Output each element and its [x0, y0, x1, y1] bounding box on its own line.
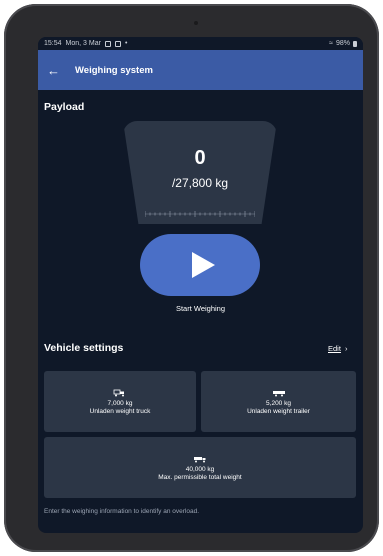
- notification-icon: [104, 40, 111, 47]
- chevron-right-icon: ›: [344, 344, 348, 353]
- front-camera: [194, 21, 198, 25]
- max-total-weight-value: 40,000 kg: [185, 465, 215, 473]
- back-arrow-icon[interactable]: ←: [47, 63, 65, 78]
- start-weighing-button[interactable]: [140, 234, 260, 296]
- status-date: Mon, 3 Mar: [65, 40, 101, 47]
- app-screen: 15:54 Mon, 3 Mar • ≈ 98% ← Weighing syst…: [38, 37, 363, 533]
- battery-level: 98%: [335, 40, 350, 47]
- gauge-scale: [145, 211, 255, 217]
- unladen-trailer-card[interactable]: 5,200 kg Unladen weight trailer: [201, 371, 356, 432]
- payload-section-title: Payload: [44, 101, 85, 113]
- wifi-icon: ≈: [329, 40, 333, 47]
- notification-icon: [114, 40, 121, 47]
- hint-text: Enter the weighing information to identi…: [44, 508, 200, 515]
- unladen-trailer-label: Unladen weight trailer: [247, 407, 310, 415]
- payload-current-value: 0: [194, 147, 206, 169]
- truck-icon: [113, 389, 127, 397]
- unladen-trailer-value: 5,200 kg: [266, 399, 291, 407]
- truck-trailer-icon: [193, 455, 207, 463]
- status-bar: 15:54 Mon, 3 Mar • ≈ 98%: [38, 37, 363, 50]
- status-time: 15:54: [44, 40, 62, 47]
- status-dot: •: [124, 40, 128, 47]
- battery-icon: [353, 40, 357, 47]
- vehicle-settings-title: Vehicle settings: [44, 342, 124, 354]
- payload-max-value: /27,800 kg: [171, 176, 229, 190]
- unladen-truck-value: 7,000 kg: [107, 399, 133, 407]
- play-icon: [191, 252, 215, 278]
- edit-label: Edit: [328, 344, 341, 353]
- tablet-frame: 15:54 Mon, 3 Mar • ≈ 98% ← Weighing syst…: [4, 4, 379, 552]
- app-bar: ← Weighing system: [38, 50, 363, 90]
- payload-gauge: 0 /27,800 kg: [123, 121, 277, 224]
- max-total-weight-card[interactable]: 40,000 kg Max. permissible total weight: [44, 437, 356, 498]
- edit-vehicle-settings-link[interactable]: Edit ›: [328, 344, 347, 353]
- unladen-truck-card[interactable]: 7,000 kg Unladen weight truck: [44, 371, 196, 432]
- trailer-icon: [272, 389, 286, 397]
- max-total-weight-label: Max. permissible total weight: [158, 473, 242, 481]
- start-weighing-label: Start Weighing: [175, 304, 226, 313]
- page-title: Weighing system: [75, 64, 153, 76]
- unladen-truck-label: Unladen weight truck: [89, 407, 151, 415]
